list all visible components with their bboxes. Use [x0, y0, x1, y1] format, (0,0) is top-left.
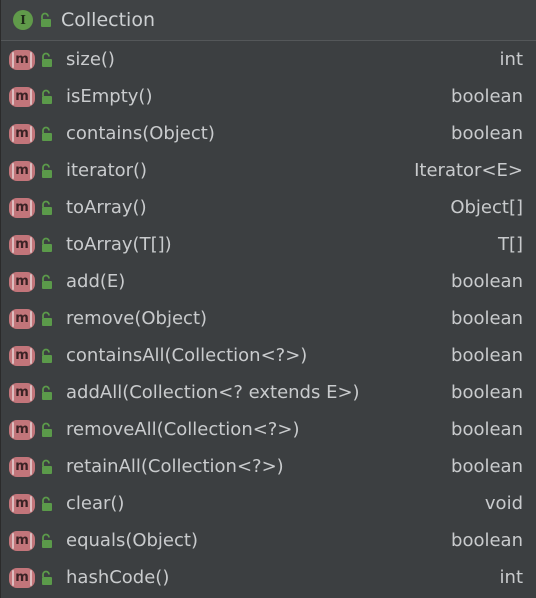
member-name: toArray()	[66, 197, 147, 218]
method-icon: m	[9, 567, 35, 588]
method-icon: m	[9, 419, 35, 440]
member-return-type: void	[484, 493, 523, 514]
member-return-type: boolean	[451, 308, 523, 329]
public-lock-icon	[40, 570, 54, 586]
member-name: remove(Object)	[66, 308, 208, 329]
method-glyph: m	[15, 459, 29, 474]
member-return-type: boolean	[451, 530, 523, 551]
method-glyph: m	[15, 311, 29, 326]
member-row[interactable]: m iterator() Iterator<E>	[1, 152, 536, 189]
member-row[interactable]: m retainAll(Collection<?>) boolean	[1, 448, 536, 485]
member-name: retainAll(Collection<?>)	[66, 456, 284, 477]
method-glyph: m	[15, 200, 29, 215]
method-icon: m	[9, 86, 35, 107]
member-row[interactable]: m size() int	[1, 41, 536, 78]
member-name: hashCode()	[66, 567, 170, 588]
member-return-type: boolean	[451, 419, 523, 440]
public-lock-icon	[40, 89, 54, 105]
member-name: containsAll(Collection<?>)	[66, 345, 308, 366]
member-list: m size() int m isEmpty() boolean m conta…	[1, 41, 536, 596]
member-return-type: boolean	[451, 271, 523, 292]
method-icon: m	[9, 197, 35, 218]
member-row[interactable]: m clear() void	[1, 485, 536, 522]
member-return-type: boolean	[451, 86, 523, 107]
method-glyph: m	[15, 533, 29, 548]
method-glyph: m	[15, 89, 29, 104]
method-glyph: m	[15, 274, 29, 289]
method-glyph: m	[15, 385, 29, 400]
public-lock-icon	[40, 274, 54, 290]
method-icon: m	[9, 308, 35, 329]
member-return-type: boolean	[451, 456, 523, 477]
method-icon: m	[9, 234, 35, 255]
method-glyph: m	[15, 570, 29, 585]
method-glyph: m	[15, 496, 29, 511]
member-return-type: Object[]	[450, 197, 523, 218]
member-name: toArray(T[])	[66, 234, 172, 255]
member-name: clear()	[66, 493, 125, 514]
method-glyph: m	[15, 422, 29, 437]
member-row[interactable]: m toArray() Object[]	[1, 189, 536, 226]
method-glyph: m	[15, 52, 29, 67]
member-name: contains(Object)	[66, 123, 215, 144]
public-lock-icon	[40, 422, 54, 438]
member-row[interactable]: m addAll(Collection<? extends E>) boolea…	[1, 374, 536, 411]
member-name: addAll(Collection<? extends E>)	[66, 382, 360, 403]
method-glyph: m	[15, 163, 29, 178]
member-row[interactable]: m add(E) boolean	[1, 263, 536, 300]
member-name: removeAll(Collection<?>)	[66, 419, 300, 440]
member-name: size()	[66, 49, 115, 70]
method-icon: m	[9, 530, 35, 551]
member-row[interactable]: m toArray(T[]) T[]	[1, 226, 536, 263]
member-name: iterator()	[66, 160, 148, 181]
public-lock-icon	[40, 459, 54, 475]
method-icon: m	[9, 123, 35, 144]
public-lock-icon	[40, 533, 54, 549]
public-lock-icon	[40, 311, 54, 327]
public-lock-icon	[40, 163, 54, 179]
public-lock-icon	[40, 126, 54, 142]
member-return-type: T[]	[497, 234, 523, 255]
member-row[interactable]: m contains(Object) boolean	[1, 115, 536, 152]
method-glyph: m	[15, 126, 29, 141]
method-icon: m	[9, 382, 35, 403]
method-glyph: m	[15, 237, 29, 252]
method-icon: m	[9, 493, 35, 514]
method-icon: m	[9, 345, 35, 366]
structure-popup: I Collection m size() int m isEmpty() bo…	[0, 0, 536, 598]
class-title: Collection	[61, 9, 155, 31]
public-lock-icon	[40, 496, 54, 512]
member-return-type: int	[499, 567, 523, 588]
member-name: isEmpty()	[66, 86, 153, 107]
member-row[interactable]: m hashCode() int	[1, 559, 536, 596]
member-row[interactable]: m remove(Object) boolean	[1, 300, 536, 337]
member-row[interactable]: m equals(Object) boolean	[1, 522, 536, 559]
member-return-type: Iterator<E>	[414, 160, 523, 181]
public-lock-icon	[40, 237, 54, 253]
public-lock-icon	[39, 12, 53, 28]
member-name: equals(Object)	[66, 530, 198, 551]
member-row[interactable]: m removeAll(Collection<?>) boolean	[1, 411, 536, 448]
method-icon: m	[9, 271, 35, 292]
public-lock-icon	[40, 348, 54, 364]
member-name: add(E)	[66, 271, 126, 292]
public-lock-icon	[40, 385, 54, 401]
public-lock-icon	[40, 200, 54, 216]
interface-icon: I	[13, 10, 33, 30]
member-return-type: int	[499, 49, 523, 70]
member-return-type: boolean	[451, 382, 523, 403]
method-icon: m	[9, 49, 35, 70]
member-row[interactable]: m containsAll(Collection<?>) boolean	[1, 337, 536, 374]
method-icon: m	[9, 456, 35, 477]
method-icon: m	[9, 160, 35, 181]
public-lock-icon	[40, 52, 54, 68]
method-glyph: m	[15, 348, 29, 363]
popup-header: I Collection	[1, 0, 536, 41]
member-return-type: boolean	[451, 345, 523, 366]
member-return-type: boolean	[451, 123, 523, 144]
member-row[interactable]: m isEmpty() boolean	[1, 78, 536, 115]
